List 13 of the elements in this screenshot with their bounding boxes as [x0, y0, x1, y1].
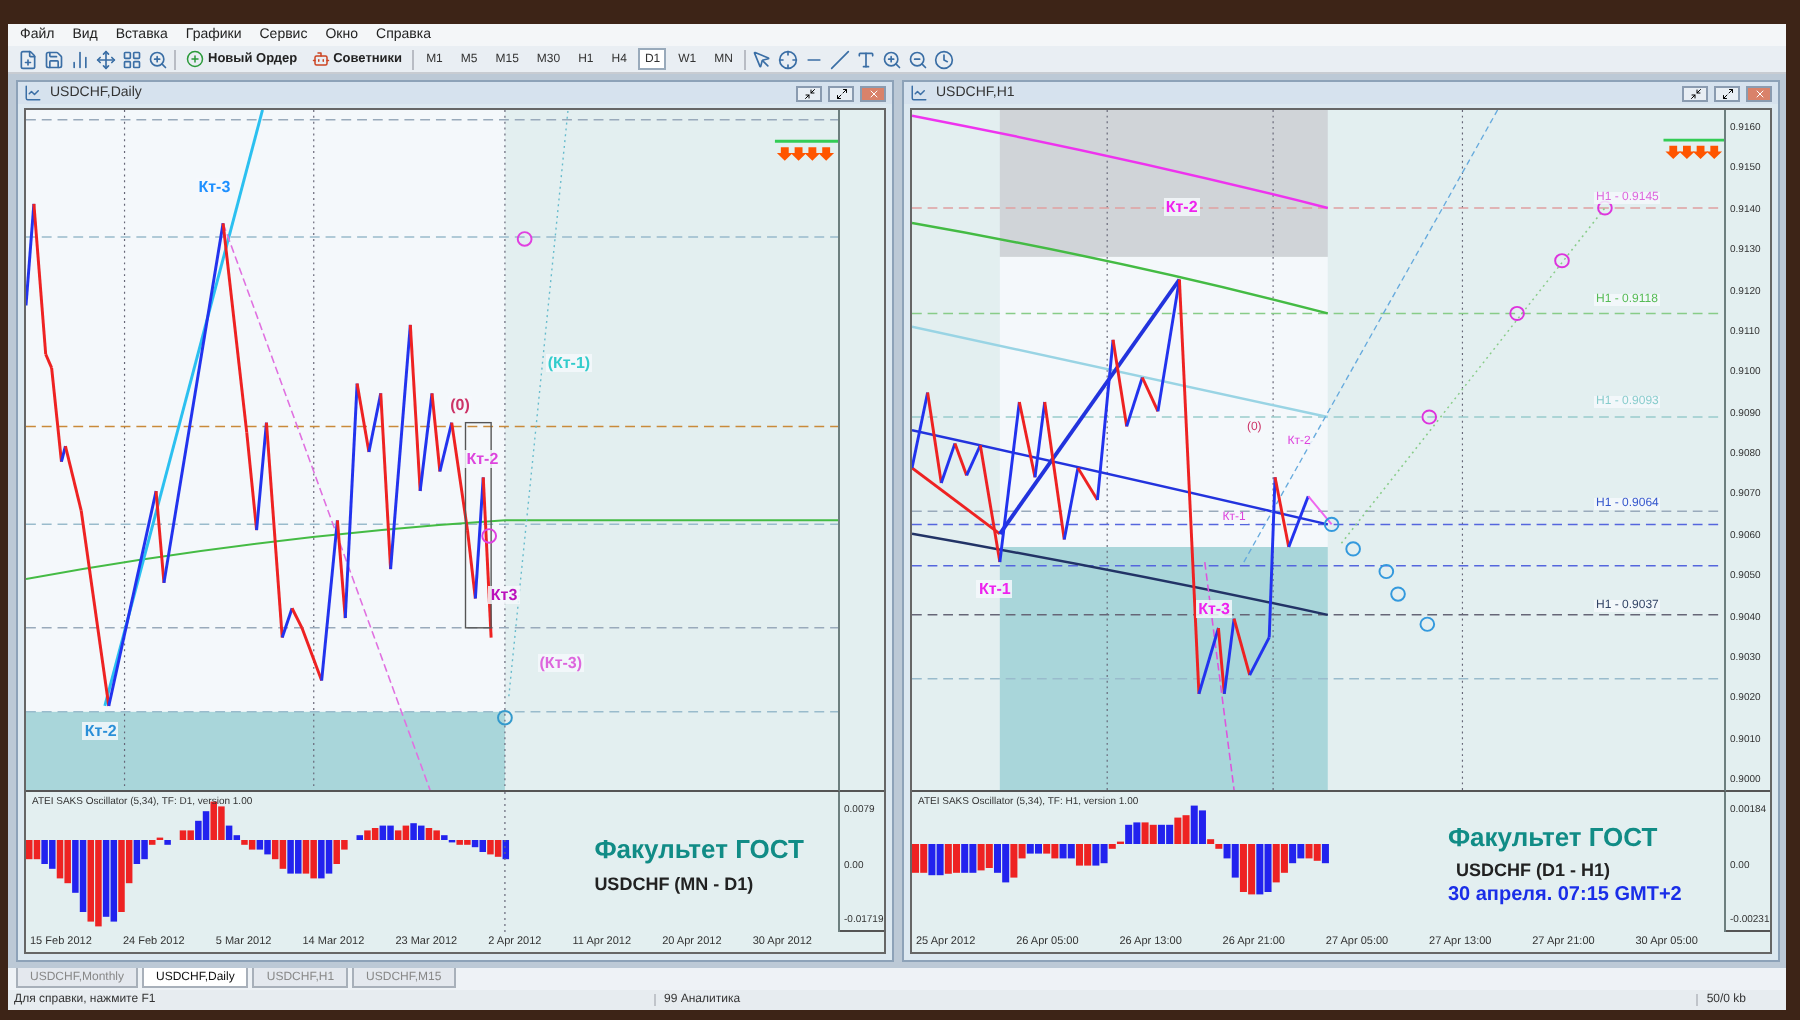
chart-caption: 30 апреля. 07:15 GMT+2 [1447, 884, 1682, 907]
chart-label: Кт-1 [976, 579, 1013, 598]
chart-label: Кт-2 [82, 722, 119, 740]
chart-label: (Кт-3) [537, 654, 585, 672]
chart-label: Кт-3 [196, 178, 233, 196]
chart-caption: USDCHF (MN - D1) [594, 873, 754, 894]
chart-label: Кт-2 [464, 450, 501, 468]
chart-caption: USDCHF (D1 - H1) [1456, 859, 1611, 880]
chart-caption: Факультет ГОСТ [1447, 821, 1658, 852]
chart-label: (Кт-1) [545, 354, 593, 373]
chart-label: Кт3 [488, 586, 520, 604]
chart-caption: Факультет ГОСТ [594, 834, 804, 864]
chart-label: Кт-2 [1163, 198, 1200, 217]
